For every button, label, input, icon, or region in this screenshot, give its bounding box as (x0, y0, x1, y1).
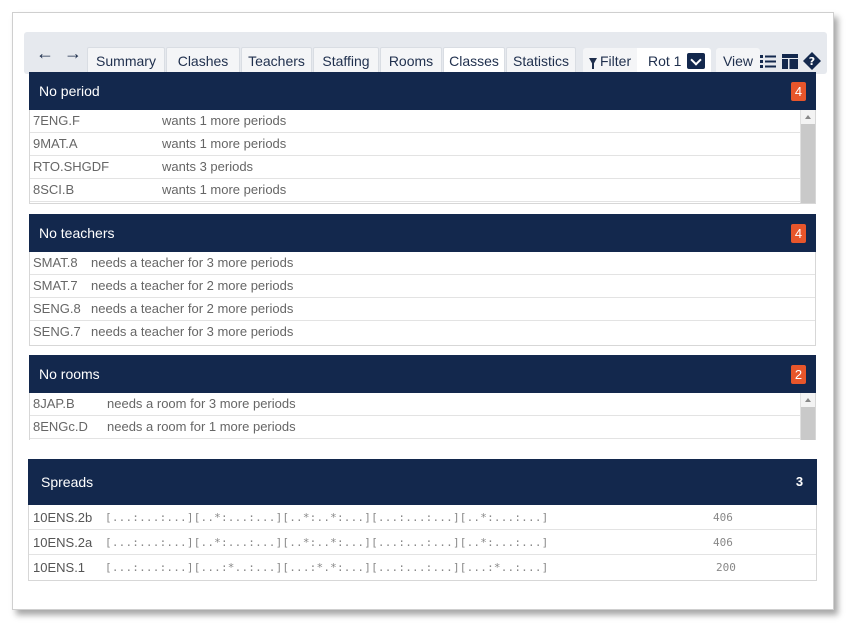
tab-rooms[interactable]: Rooms (380, 47, 442, 74)
back-arrow-icon[interactable]: ← (36, 42, 54, 64)
class-code: SMAT.7 (33, 278, 78, 293)
class-code: RTO.SHGDF (33, 159, 110, 174)
no-teachers-header: No teachers 4 (29, 214, 816, 252)
issue-text: needs a teacher for 3 more periods (91, 324, 294, 339)
tab-summary[interactable]: Summary (87, 47, 165, 74)
filter-label: Filter (600, 53, 632, 69)
issue-text: wants 1 more periods (162, 182, 287, 197)
tab-classes[interactable]: Classes (443, 47, 505, 74)
list-item[interactable]: 8JAP.B needs a room for 3 more periods (30, 393, 815, 416)
help-icon[interactable]: ? (803, 52, 821, 70)
list-view-icon[interactable] (759, 52, 777, 70)
class-code: 10ENS.2b (33, 510, 93, 525)
spreads-list[interactable]: 10ENS.2b [...:...:...][..*:...:...][..*:.… (28, 505, 817, 581)
no-rooms-panel: No rooms 2 8JAP.B needs a room for 3 more… (29, 355, 816, 440)
no-teachers-list[interactable]: SMAT.8 needs a teacher for 3 more periods… (29, 252, 816, 346)
list-item[interactable]: SENG.7 needs a teacher for 3 more periods (30, 321, 815, 344)
class-code: 10ENS.2a (33, 535, 93, 550)
issue-text: needs a teacher for 2 more periods (91, 278, 294, 293)
toolbar: ← → Summary Clashes Teachers Staffing Ro… (24, 32, 827, 74)
list-item[interactable]: 8SCI.B wants 1 more periods (30, 179, 815, 202)
spread-row[interactable]: 10ENS.2b [...:...:...][..*:...:...][..*:.… (29, 505, 816, 530)
forward-arrow-icon[interactable]: → (64, 42, 82, 64)
scrollbar[interactable] (800, 110, 815, 203)
panel-title: No teachers (39, 225, 115, 241)
class-code: 8ENGc.D (33, 419, 88, 434)
scroll-thumb[interactable] (801, 124, 815, 203)
count-badge: 2 (791, 365, 806, 384)
svg-text:?: ? (809, 55, 815, 68)
class-code: 8JAP.B (33, 396, 75, 411)
spread-value: 200 (716, 561, 736, 574)
issue-text: needs a teacher for 3 more periods (91, 255, 294, 270)
scroll-up-arrow-icon[interactable] (801, 393, 815, 407)
class-code: SENG.8 (33, 301, 81, 316)
class-code: SENG.7 (33, 324, 81, 339)
count-badge: 4 (791, 82, 806, 101)
table-view-icon[interactable] (781, 52, 799, 70)
spread-pattern: [...:...:...][..*:...:...][..*:..*:...][… (105, 511, 549, 524)
scroll-up-arrow-icon[interactable] (801, 110, 815, 124)
tab-staffing[interactable]: Staffing (313, 47, 379, 74)
panel-title: No rooms (39, 366, 100, 382)
tab-statistics[interactable]: Statistics (506, 47, 576, 74)
list-item[interactable]: SENG.8 needs a teacher for 2 more periods (30, 298, 815, 321)
spread-value: 406 (713, 536, 733, 549)
view-button[interactable]: View (716, 48, 760, 74)
list-item[interactable]: 9MAT.A wants 1 more periods (30, 133, 815, 156)
spread-value: 406 (713, 511, 733, 524)
filter-icon (589, 58, 597, 69)
scrollbar[interactable] (800, 393, 815, 440)
class-code: SMAT.8 (33, 255, 78, 270)
issue-text: wants 1 more periods (162, 136, 287, 151)
no-period-header: No period 4 (29, 72, 816, 110)
spreads-panel: Spreads 3 10ENS.2b [...:...:...][..*:...:… (28, 459, 817, 581)
rotation-label: Rot 1 (648, 53, 682, 69)
nav-arrows: ← → (36, 42, 82, 64)
panel-title: No period (39, 83, 100, 99)
count-badge: 4 (791, 224, 806, 243)
chevron-down-icon (687, 53, 705, 69)
class-code: 8SCI.B (33, 182, 75, 197)
issue-text: wants 3 periods (162, 159, 254, 174)
filter-button[interactable]: Filter (589, 48, 631, 74)
list-item[interactable]: RTO.SHGDF wants 3 periods (30, 156, 815, 179)
filter-group: Filter Rot 1 (583, 48, 711, 74)
issue-text: needs a room for 1 more periods (107, 419, 296, 434)
list-item[interactable]: SMAT.8 needs a teacher for 3 more periods (30, 252, 815, 275)
spread-row[interactable]: 10ENS.1 [...:...:...][...:*..:...][...:*.… (29, 555, 816, 580)
app-window: ← → Summary Clashes Teachers Staffing Ro… (12, 12, 834, 610)
class-code: 9MAT.A (33, 136, 78, 151)
panel-title: Spreads (41, 474, 94, 490)
spread-pattern: [...:...:...][..*:...:...][..*:..*:...][… (105, 536, 549, 549)
tab-clashes[interactable]: Clashes (166, 47, 240, 74)
rotation-select[interactable]: Rot 1 (637, 48, 711, 74)
spreads-header: Spreads 3 (28, 459, 817, 505)
issue-text: wants 1 more periods (162, 113, 287, 128)
list-item[interactable]: 7ENG.F wants 1 more periods (30, 110, 815, 133)
no-rooms-list[interactable]: 8JAP.B needs a room for 3 more periods 8E… (29, 393, 816, 440)
count-badge: 3 (795, 474, 804, 489)
class-code: 7ENG.F (33, 113, 80, 128)
tab-teachers[interactable]: Teachers (241, 47, 312, 74)
no-teachers-panel: No teachers 4 SMAT.8 needs a teacher for … (29, 214, 816, 346)
spread-pattern: [...:...:...][...:*..:...][...:*.*:...][… (105, 561, 549, 574)
list-item[interactable]: 8ENGc.D needs a room for 1 more periods (30, 416, 815, 439)
scroll-thumb[interactable] (801, 407, 815, 440)
issue-text: needs a room for 3 more periods (107, 396, 296, 411)
list-item[interactable]: SMAT.7 needs a teacher for 2 more periods (30, 275, 815, 298)
no-period-panel: No period 4 7ENG.F wants 1 more periods 9… (29, 72, 816, 204)
class-code: 10ENS.1 (33, 560, 86, 575)
spread-row[interactable]: 10ENS.2a [...:...:...][..*:...:...][..*:.… (29, 530, 816, 555)
issue-text: needs a teacher for 2 more periods (91, 301, 294, 316)
no-rooms-header: No rooms 2 (29, 355, 816, 393)
no-period-list[interactable]: 7ENG.F wants 1 more periods 9MAT.A wants 1… (29, 110, 816, 204)
